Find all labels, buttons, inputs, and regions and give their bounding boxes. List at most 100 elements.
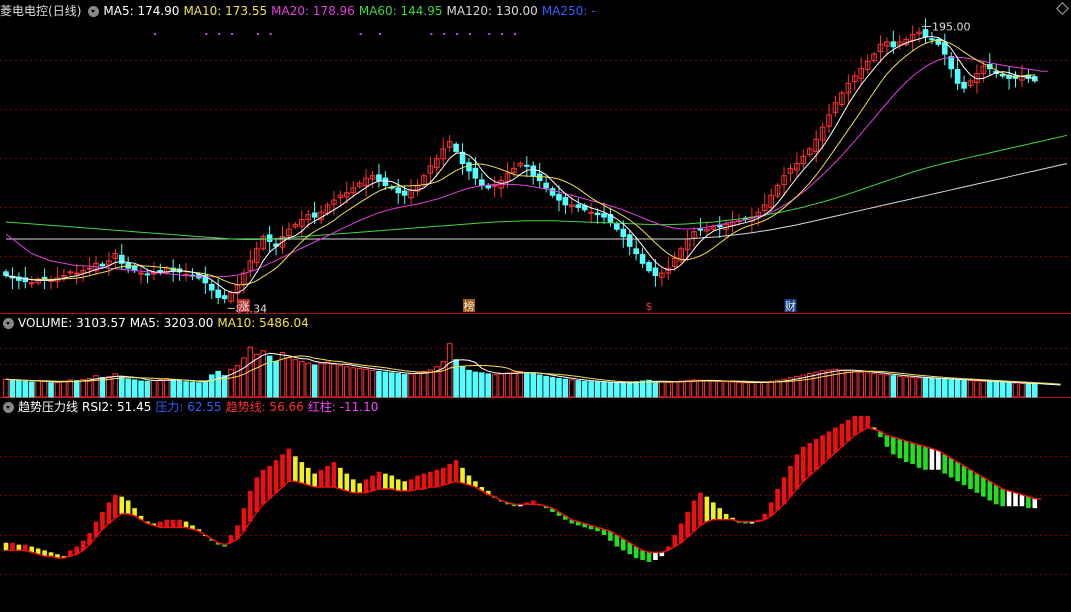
volume-bar: [80, 379, 86, 398]
rsi-bar: [833, 427, 838, 453]
volume-bar: [884, 374, 890, 398]
volume-bar: [646, 379, 652, 398]
rsi-bar: [344, 473, 350, 491]
rsi-bar: [312, 473, 317, 488]
volume-bar: [356, 368, 363, 398]
volume-bar: [208, 374, 215, 398]
volume-bar: [144, 380, 151, 398]
volume-bar: [594, 381, 601, 398]
rsi-bar: [698, 492, 703, 526]
candle-body: [652, 267, 659, 277]
volume-bar: [710, 380, 717, 398]
rsi-bar: [318, 469, 324, 488]
volume-bar: [427, 369, 434, 398]
candle-body: [524, 164, 530, 167]
volume-bar: [974, 380, 980, 398]
rsi-bar: [711, 502, 716, 520]
volume-bar: [395, 373, 402, 398]
rsi-bar: [395, 479, 401, 491]
signal-dot: [501, 33, 504, 35]
volume-bar: [517, 370, 524, 398]
stock-name: 菱电电控: [0, 4, 49, 18]
volume-bar: [980, 380, 987, 398]
rsi-bar: [968, 469, 973, 489]
rsi-bar: [440, 467, 446, 486]
rsi-bar: [948, 458, 954, 478]
rsi-bar: [254, 477, 260, 512]
red-bar-label: 红柱: -11.10: [307, 400, 379, 414]
volume-bar: [54, 381, 61, 398]
candle-body: [601, 213, 607, 218]
rsi-bar: [801, 446, 806, 482]
volume-bar: [626, 381, 633, 398]
signal-dot: [153, 33, 156, 35]
rsi-bar: [1032, 498, 1038, 509]
candle-body: [890, 41, 897, 48]
volume-bar: [446, 343, 453, 398]
rsi-collapse-icon[interactable]: [3, 401, 14, 413]
chart-canvas[interactable]: 195.0084.34涨榜 $ 财: [0, 0, 1071, 612]
candle-body: [954, 69, 961, 84]
ma120-line: [6, 163, 1068, 240]
rsi-bar: [929, 448, 935, 470]
rsi-bar: [363, 479, 369, 493]
rsi-bar: [775, 488, 780, 511]
volume-bar: [28, 381, 35, 398]
ma250-label: MA250: -: [541, 4, 596, 18]
volume-bar: [761, 381, 768, 398]
candle-body: [562, 197, 569, 206]
rsi-bar: [177, 519, 182, 528]
rsi-bar: [421, 473, 427, 489]
volume-bar: [556, 378, 562, 398]
volume-collapse-icon[interactable]: [3, 317, 14, 329]
candle-body: [536, 173, 543, 182]
rsi-bar: [280, 454, 285, 488]
candle-body: [138, 272, 144, 275]
volume-bar: [196, 382, 202, 398]
volume-bar: [485, 373, 492, 398]
volume-bar: [851, 370, 858, 398]
rsi-bar: [305, 467, 311, 486]
rsi-bar: [723, 513, 729, 520]
ma60-label: MA60: 144.95: [358, 4, 443, 18]
volume-bar: [22, 380, 29, 398]
volume-bar: [292, 359, 299, 398]
volume-bar: [343, 366, 350, 398]
rsi-bar: [807, 442, 813, 476]
candle-body: [922, 29, 929, 38]
volume-bar: [620, 382, 627, 398]
rsi-bar: [685, 512, 690, 537]
candle-body: [208, 284, 215, 291]
volume-bar: [652, 380, 659, 398]
signal-dot: [205, 33, 208, 35]
rsi-bar: [858, 416, 864, 432]
rsi-bar: [408, 479, 414, 491]
event-marker-0: 涨: [238, 300, 249, 313]
volume-bar: [903, 376, 910, 398]
rsi-bar: [646, 552, 652, 562]
main-chart-header: 菱电电控 (日线) MA5: 174.90 MA10: 173.55 MA20:…: [0, 3, 599, 19]
main-collapse-icon[interactable]: [88, 5, 100, 17]
rsi-bar: [1000, 488, 1005, 507]
rsi-bar: [813, 439, 819, 470]
candle-body: [948, 56, 955, 70]
rsi-bar: [119, 496, 125, 514]
volume-bar: [369, 369, 376, 398]
signal-dot: [513, 33, 516, 35]
volume-bar: [774, 379, 781, 398]
rsi-bar: [955, 462, 960, 482]
volume-bar: [305, 362, 312, 398]
candle-body: [28, 282, 35, 285]
ma10-label: MA10: 173.55: [183, 4, 268, 18]
volume-bar: [382, 371, 389, 398]
volume-bar: [1032, 383, 1038, 398]
candle-body: [86, 267, 93, 270]
volume-bar: [189, 381, 196, 398]
volume-bar: [337, 365, 344, 398]
rsi-bar: [248, 490, 253, 522]
volume-bar: [993, 381, 1000, 398]
signal-dot: [256, 33, 259, 35]
candle-body: [556, 193, 562, 201]
volume-bar: [549, 376, 556, 398]
volume-bar: [408, 373, 414, 398]
